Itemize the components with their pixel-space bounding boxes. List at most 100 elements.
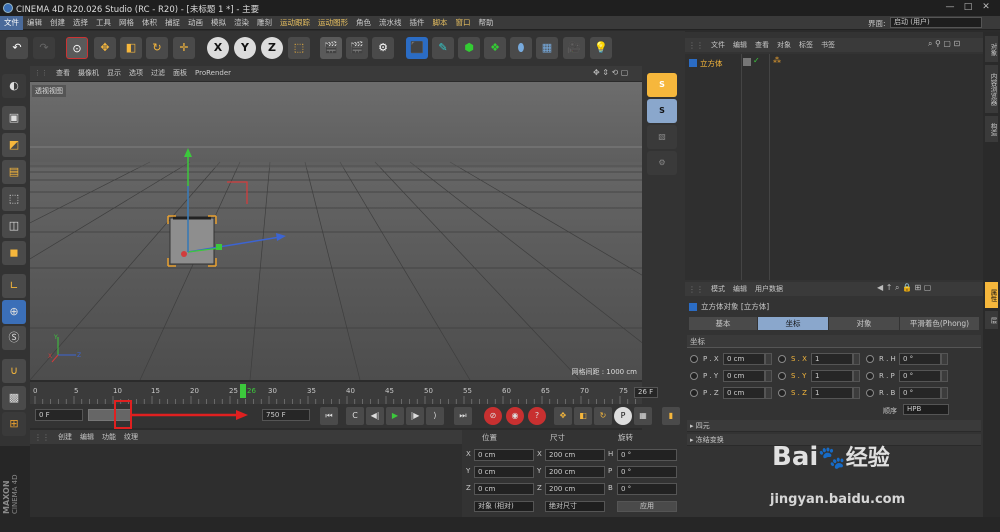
viewport-menu-filter[interactable]: 过滤 (147, 66, 169, 81)
tab-coordinates[interactable]: 坐标 (758, 317, 828, 330)
axis-mode-icon[interactable]: ∟ (2, 274, 26, 298)
autokey-icon[interactable]: ◉ (506, 407, 524, 425)
menu-plugins[interactable]: 插件 (406, 16, 429, 30)
menu-help[interactable]: 帮助 (475, 16, 498, 30)
tab-objects-side[interactable]: 对象 (985, 36, 998, 62)
magnet-icon[interactable]: ∪ (2, 359, 26, 383)
p-z-keyframe-radio[interactable] (690, 388, 698, 397)
texture-mode-icon[interactable]: ◩ (2, 133, 26, 157)
viewport-nav-icons[interactable]: ✥ ⇕ ⟲ ▢ (593, 68, 628, 77)
s-z-keyframe-radio[interactable] (778, 388, 786, 397)
rotate-tool-icon[interactable]: ↻ (146, 37, 168, 59)
maximize-button[interactable]: □ (960, 1, 976, 14)
menu-animate[interactable]: 动画 (184, 16, 207, 30)
layer-icon[interactable] (743, 58, 751, 66)
p-y-spinner[interactable] (765, 369, 772, 382)
material-menu-function[interactable]: 功能 (98, 432, 120, 442)
points-mode-icon[interactable]: ⬚ (2, 187, 26, 211)
s-y-field[interactable]: 1 (811, 369, 853, 382)
floor-icon[interactable]: ▦ (536, 37, 558, 59)
order-select[interactable]: HPB (903, 404, 949, 415)
object-menu-file[interactable]: 文件 (707, 40, 729, 50)
x-axis-lock[interactable]: X (207, 37, 229, 59)
attribute-menu-mode[interactable]: 模式 (707, 284, 729, 294)
attribute-nav-icons[interactable]: ◀ ↑ ⌕ 🔒 ⊞ ▢ (877, 283, 931, 293)
tab-content-browser-side[interactable]: 内容浏览器 (985, 65, 998, 113)
workplane-mode-icon[interactable]: ▤ (2, 160, 26, 184)
recent-tools-icon[interactable]: ✛ (173, 37, 195, 59)
cube-object[interactable] (167, 215, 217, 267)
size-y-field[interactable]: 200 cm (545, 466, 605, 478)
y-axis-lock[interactable]: Y (234, 37, 256, 59)
make-editable-icon[interactable]: ◐ (2, 74, 26, 98)
snap-settings-icon[interactable]: S (647, 99, 677, 123)
p-x-field[interactable]: 0 cm (723, 352, 765, 365)
planar-workplane-icon[interactable]: ⊞ (2, 412, 26, 436)
object-menu-bookmarks[interactable]: 书签 (817, 40, 839, 50)
subdivision-surface-icon[interactable]: ⬢ (458, 37, 480, 59)
menu-render[interactable]: 渲染 (230, 16, 253, 30)
tab-basic[interactable]: 基本 (689, 317, 757, 330)
p-x-keyframe-radio[interactable] (690, 354, 698, 363)
current-frame-field[interactable]: 26 F (634, 387, 658, 398)
object-menu-view[interactable]: 查看 (751, 40, 773, 50)
position-z-field[interactable]: 0 cm (474, 483, 534, 495)
rotation-h-field[interactable]: 0 ° (617, 449, 677, 461)
viewport-menu-view[interactable]: 查看 (52, 66, 74, 81)
tab-object[interactable]: 对象 (829, 317, 899, 330)
previous-key-icon[interactable]: C (346, 407, 364, 425)
scale-tool-icon[interactable]: ◧ (120, 37, 142, 59)
coord-mode-select[interactable]: 对象 (相对) (474, 501, 534, 512)
menu-character[interactable]: 角色 (352, 16, 375, 30)
r-h-field[interactable]: 0 ° (899, 352, 941, 365)
render-picture-viewer-icon[interactable]: 🎬 (346, 37, 368, 59)
lock-workplane-icon[interactable]: ▩ (2, 386, 26, 410)
next-key-icon[interactable]: ⟩ (426, 407, 444, 425)
object-menu-tags[interactable]: 标签 (795, 40, 817, 50)
menu-mograph[interactable]: 运动图形 (314, 16, 352, 30)
render-settings-icon[interactable]: ⚙ (372, 37, 394, 59)
key-scale-icon[interactable]: ◧ (574, 407, 592, 425)
menu-mesh[interactable]: 网格 (115, 16, 138, 30)
layout-select[interactable]: 启动 (用户) (890, 17, 982, 28)
menu-sculpt[interactable]: 雕刻 (253, 16, 276, 30)
r-p-field[interactable]: 0 ° (899, 369, 941, 382)
array-icon[interactable]: ❖ (484, 37, 506, 59)
deformer-icon[interactable]: ⬮ (510, 37, 532, 59)
quaternion-group[interactable]: ▸ 四元 (687, 420, 981, 432)
viewport-menu-cameras[interactable]: 摄像机 (74, 66, 103, 81)
menu-window[interactable]: 窗口 (452, 16, 475, 30)
goto-start-icon[interactable]: ⏮ (320, 407, 338, 425)
s-z-spinner[interactable] (853, 386, 860, 399)
menu-edit[interactable]: 编辑 (23, 16, 46, 30)
material-menu-edit[interactable]: 编辑 (76, 432, 98, 442)
size-mode-select[interactable]: 绝对尺寸 (545, 501, 605, 512)
tab-structure-side[interactable]: 构造 (985, 116, 998, 142)
polygons-mode-icon[interactable]: ◼ (2, 241, 26, 265)
s-x-keyframe-radio[interactable] (778, 354, 786, 363)
key-position-icon[interactable]: ✥ (554, 407, 572, 425)
p-x-spinner[interactable] (765, 352, 772, 365)
r-h-keyframe-radio[interactable] (866, 354, 874, 363)
menu-volume[interactable]: 体积 (138, 16, 161, 30)
r-h-spinner[interactable] (941, 352, 948, 365)
playhead[interactable] (240, 384, 246, 398)
start-frame-field[interactable]: 0 F (35, 409, 83, 421)
p-y-field[interactable]: 0 cm (723, 369, 765, 382)
material-menu-create[interactable]: 创建 (54, 432, 76, 442)
snap-icon[interactable]: Ⓢ (2, 326, 26, 350)
keyframe-selection-icon[interactable]: ? (528, 407, 546, 425)
material-area[interactable] (30, 444, 462, 517)
s-y-keyframe-radio[interactable] (778, 371, 786, 380)
z-axis-lock[interactable]: Z (261, 37, 283, 59)
previous-frame-icon[interactable]: ◀| (366, 407, 384, 425)
s-x-spinner[interactable] (853, 352, 860, 365)
material-menu-texture[interactable]: 纹理 (120, 432, 142, 442)
position-x-field[interactable]: 0 cm (474, 449, 534, 461)
r-p-spinner[interactable] (941, 369, 948, 382)
viewport-menu-display[interactable]: 显示 (103, 66, 125, 81)
light-icon[interactable]: 💡 (590, 37, 612, 59)
enabled-check-icon[interactable]: ✓ (753, 56, 760, 65)
attribute-menu-userdata[interactable]: 用户数据 (751, 284, 787, 294)
key-parameter-icon[interactable]: P (614, 407, 632, 425)
